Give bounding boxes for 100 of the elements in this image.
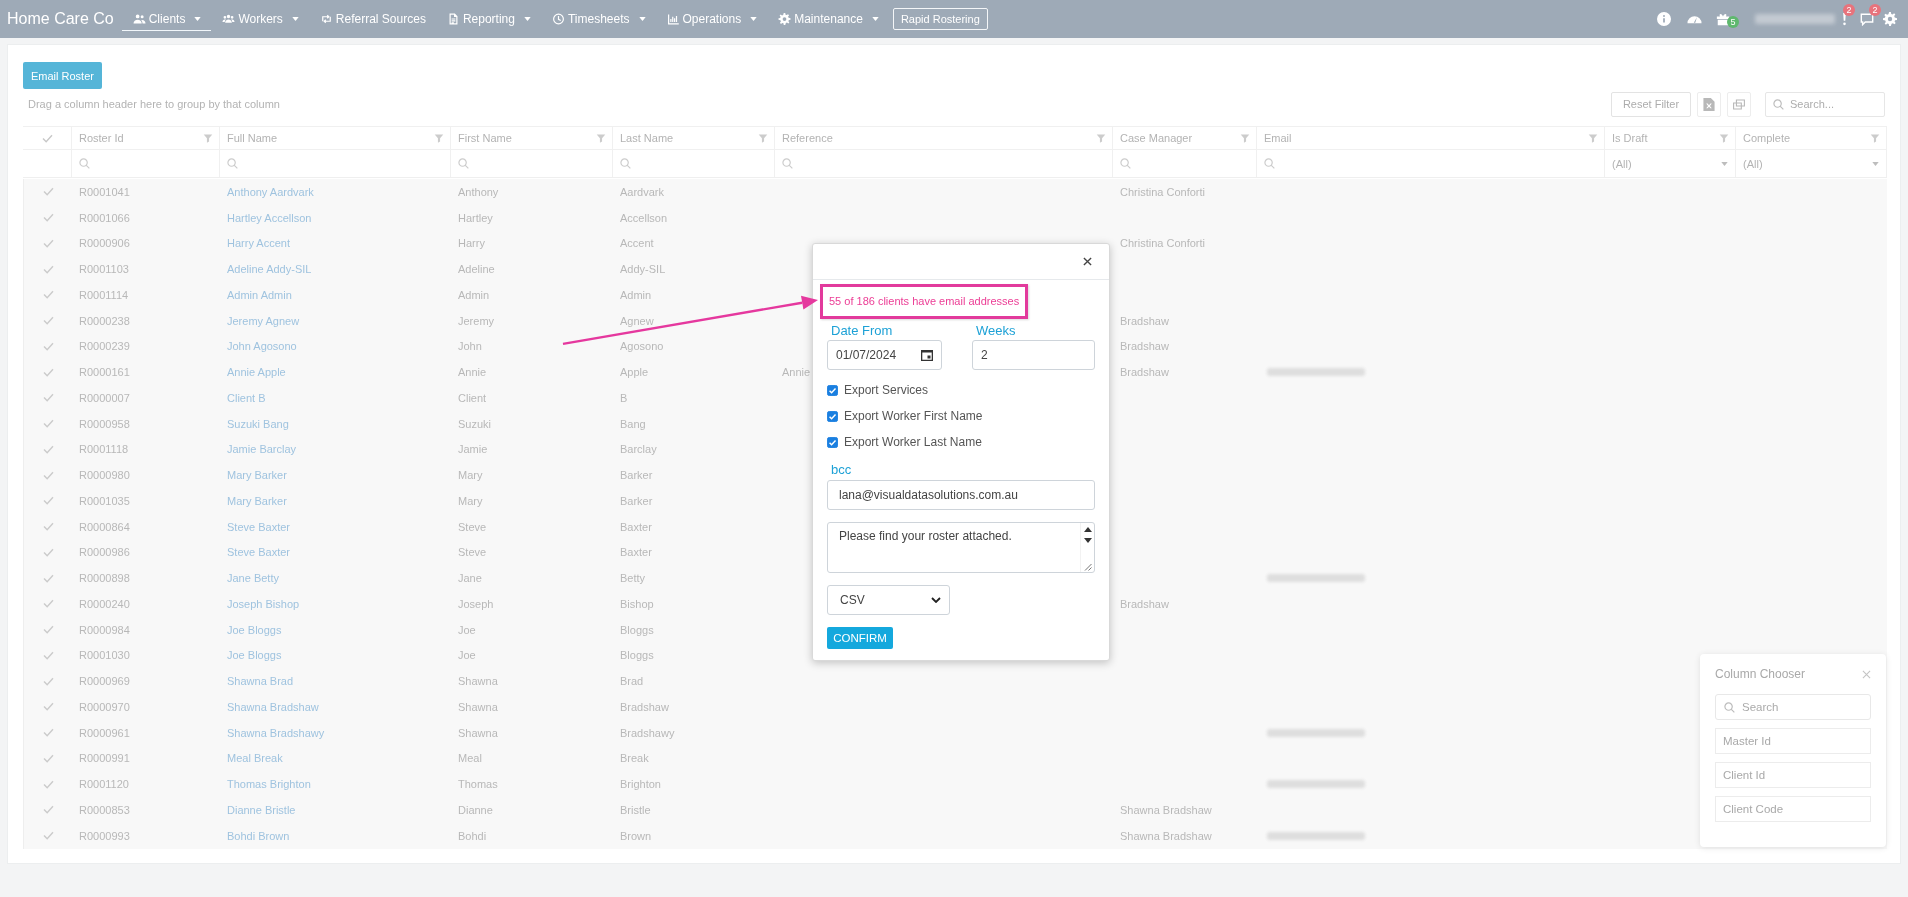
column-title[interactable]: Case Manager <box>1120 132 1193 144</box>
column-chooser-item[interactable]: Master Id <box>1715 728 1871 754</box>
client-name-link[interactable]: Shawna Bradshawy <box>227 726 325 739</box>
client-name-link[interactable]: Admin Admin <box>227 288 292 301</box>
exclamation-icon[interactable] <box>1841 12 1848 26</box>
filter-icon[interactable] <box>1870 133 1880 143</box>
client-name-link[interactable]: Jane Betty <box>227 572 279 585</box>
column-title[interactable]: Last Name <box>620 132 674 144</box>
column-title[interactable]: Complete <box>1743 132 1791 144</box>
confirm-button[interactable]: CONFIRM <box>827 627 893 649</box>
client-name-link[interactable]: Steve Baxter <box>227 520 290 533</box>
check-icon[interactable] <box>43 831 54 841</box>
checkbox[interactable] <box>827 436 838 448</box>
client-name-link[interactable]: Suzuki Bang <box>227 417 289 430</box>
nav-menu-item[interactable]: Workers <box>211 7 309 31</box>
check-icon[interactable] <box>43 238 54 248</box>
client-name-link[interactable]: Mary Barker <box>227 469 287 482</box>
check-icon[interactable] <box>43 419 54 429</box>
client-name-link[interactable]: Bohdi Brown <box>227 829 290 842</box>
scroll-up-icon[interactable] <box>1083 527 1092 532</box>
column-title[interactable]: First Name <box>458 132 512 144</box>
client-name-link[interactable]: Joe Bloggs <box>227 649 282 662</box>
filter-icon[interactable] <box>1588 133 1598 143</box>
close-icon[interactable] <box>1083 257 1092 266</box>
check-icon[interactable] <box>43 753 54 763</box>
column-title[interactable]: Full Name <box>227 132 278 144</box>
gauge-icon[interactable] <box>1687 14 1702 24</box>
check-icon[interactable] <box>43 599 54 609</box>
client-name-link[interactable]: Client B <box>227 391 266 404</box>
export-button[interactable] <box>1697 91 1721 117</box>
check-icon[interactable] <box>43 676 54 686</box>
nav-menu-item[interactable]: Clients <box>121 7 212 31</box>
client-name-link[interactable]: Dianne Bristle <box>227 803 296 816</box>
nav-menu-item[interactable]: Timesheets <box>540 7 656 31</box>
client-name-link[interactable]: Jeremy Agnew <box>227 314 300 327</box>
check-icon[interactable] <box>41 133 53 143</box>
column-chooser-button[interactable] <box>1727 91 1751 117</box>
nav-menu-item[interactable]: Maintenance <box>767 7 889 31</box>
info-icon[interactable] <box>1657 12 1671 26</box>
check-icon[interactable] <box>43 470 54 480</box>
search-field[interactable]: Search... <box>1765 91 1885 117</box>
check-icon[interactable] <box>43 650 54 660</box>
client-name-link[interactable]: Annie Apple <box>227 366 286 379</box>
email-roster-button[interactable]: Email Roster <box>23 62 102 89</box>
filter-icon[interactable] <box>203 133 213 143</box>
gift-icon[interactable] <box>1716 12 1730 26</box>
check-icon[interactable] <box>43 290 54 300</box>
client-name-link[interactable]: Joseph Bishop <box>227 597 300 610</box>
resize-grip-icon[interactable] <box>1083 563 1092 571</box>
check-icon[interactable] <box>43 547 54 557</box>
scroll-down-icon[interactable] <box>1083 538 1092 543</box>
client-name-link[interactable]: Shawna Brad <box>227 675 294 688</box>
check-icon[interactable] <box>43 341 54 351</box>
check-icon[interactable] <box>43 444 54 454</box>
client-name-link[interactable]: Shawna Bradshaw <box>227 700 319 713</box>
check-icon[interactable] <box>43 213 54 223</box>
check-icon[interactable] <box>43 496 54 506</box>
column-title[interactable]: Reference <box>782 132 833 144</box>
client-name-link[interactable]: Anthony Aardvark <box>227 185 314 198</box>
check-icon[interactable] <box>43 316 54 326</box>
client-name-link[interactable]: Mary Barker <box>227 494 287 507</box>
client-name-link[interactable]: Thomas Brighton <box>227 778 311 791</box>
check-icon[interactable] <box>43 805 54 815</box>
search-field[interactable]: Search <box>1715 694 1871 720</box>
filter-icon[interactable] <box>1096 133 1106 143</box>
filter-icon[interactable] <box>1719 133 1729 143</box>
check-icon[interactable] <box>43 728 54 738</box>
filter-icon[interactable] <box>596 133 606 143</box>
format-select[interactable]: CSV <box>827 585 950 615</box>
column-title[interactable]: Email <box>1264 132 1292 144</box>
nav-menu-item[interactable]: Operations <box>655 7 768 31</box>
settings-icon[interactable] <box>1883 12 1897 26</box>
client-name-link[interactable]: Steve Baxter <box>227 546 290 559</box>
client-name-link[interactable]: Joe Bloggs <box>227 623 282 636</box>
checkbox[interactable] <box>827 384 838 396</box>
check-icon[interactable] <box>43 393 54 403</box>
column-chooser-item[interactable]: Client Code <box>1715 796 1871 822</box>
client-name-link[interactable]: Harry Accent <box>227 237 290 250</box>
check-icon[interactable] <box>43 625 54 635</box>
message-field[interactable]: Please find your roster attached. <box>827 522 1095 573</box>
check-icon[interactable] <box>43 573 54 583</box>
speech-bubble-icon[interactable] <box>1860 12 1874 26</box>
check-icon[interactable] <box>43 264 54 274</box>
column-title[interactable]: Roster Id <box>79 132 124 144</box>
app-brand[interactable]: Home Care Co <box>7 10 114 28</box>
column-title[interactable]: Is Draft <box>1612 132 1648 144</box>
column-chooser-item[interactable]: Client Id <box>1715 762 1871 788</box>
filter-dropdown[interactable]: (All) <box>1736 150 1887 177</box>
calendar-icon[interactable] <box>921 349 933 361</box>
filter-icon[interactable] <box>758 133 768 143</box>
nav-menu-item[interactable]: Referral Sources <box>308 7 436 31</box>
rapid-rostering-button[interactable]: Rapid Rostering <box>892 8 988 30</box>
reset-filter-button[interactable]: Reset Filter <box>1611 91 1691 117</box>
check-icon[interactable] <box>43 367 54 377</box>
nav-menu-item[interactable]: Reporting <box>435 7 541 31</box>
filter-dropdown[interactable]: (All) <box>1605 150 1736 177</box>
check-icon[interactable] <box>43 779 54 789</box>
check-icon[interactable] <box>43 187 54 197</box>
checkbox[interactable] <box>827 410 838 422</box>
date-field[interactable]: 01/07/2024 <box>827 340 942 370</box>
